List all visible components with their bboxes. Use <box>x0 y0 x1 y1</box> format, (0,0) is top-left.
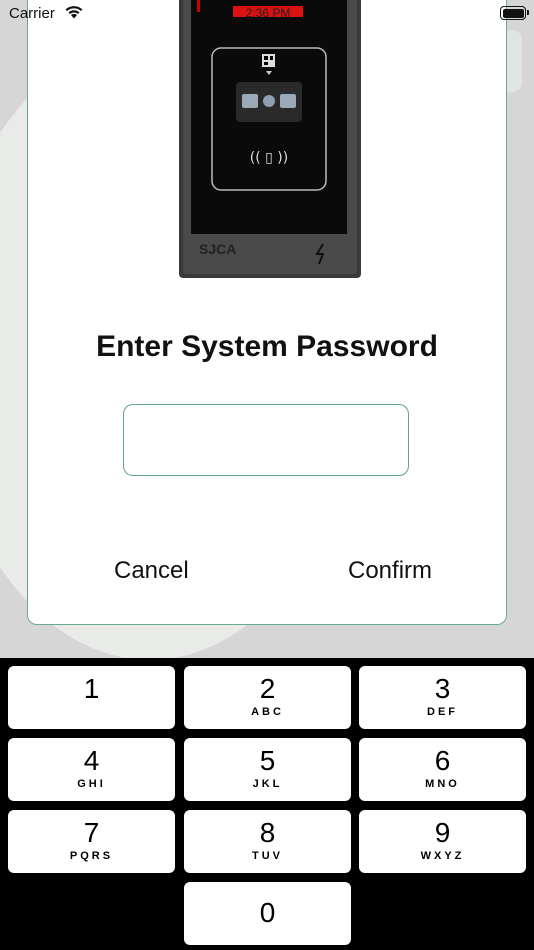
key-4[interactable]: 4 GHI <box>8 738 175 801</box>
password-input[interactable] <box>123 404 409 476</box>
carrier-label: Carrier <box>9 5 55 22</box>
key-digit: 8 <box>259 817 276 848</box>
key-3[interactable]: 3 DEF <box>359 666 526 729</box>
key-letters: MNO <box>425 778 460 790</box>
key-8[interactable]: 8 TUV <box>184 810 351 873</box>
key-letters: JKL <box>252 778 283 790</box>
numeric-keypad: 1 2 ABC 3 DEF 4 GHI 5 JKL 6 MNO 7 PQRS 8… <box>0 658 534 950</box>
key-digit: 1 <box>83 673 100 704</box>
device-brand: SJCA <box>199 241 236 257</box>
key-letters: PQRS <box>69 850 114 862</box>
key-digit: 6 <box>434 745 451 776</box>
key-0[interactable]: 0 <box>184 882 351 945</box>
key-1[interactable]: 1 <box>8 666 175 729</box>
key-2[interactable]: 2 ABC <box>184 666 351 729</box>
key-digit: 7 <box>83 817 100 848</box>
status-bar: Carrier <box>0 0 534 30</box>
key-digit: 9 <box>434 817 451 848</box>
access-control-device-image: 2:36 PM (( ▯ )) SJCA <box>179 0 361 278</box>
key-letters: ABC <box>251 706 284 718</box>
key-letters: DEF <box>427 706 458 718</box>
key-digit: 5 <box>259 745 276 776</box>
wifi-icon <box>65 6 83 19</box>
key-digit: 2 <box>259 673 276 704</box>
key-7[interactable]: 7 PQRS <box>8 810 175 873</box>
key-6[interactable]: 6 MNO <box>359 738 526 801</box>
key-digit: 0 <box>259 897 276 928</box>
key-digit: 3 <box>434 673 451 704</box>
key-5[interactable]: 5 JKL <box>184 738 351 801</box>
key-letters: WXYZ <box>420 850 465 862</box>
svg-text:(( ▯ )): (( ▯ )) <box>250 150 288 166</box>
key-letters: TUV <box>252 850 283 862</box>
confirm-button[interactable]: Confirm <box>342 556 438 586</box>
key-digit: 4 <box>83 745 100 776</box>
key-letters: GHI <box>77 778 106 790</box>
cancel-button[interactable]: Cancel <box>108 556 195 586</box>
dialog-title: Enter System Password <box>96 330 438 363</box>
key-9[interactable]: 9 WXYZ <box>359 810 526 873</box>
battery-icon <box>500 6 529 20</box>
